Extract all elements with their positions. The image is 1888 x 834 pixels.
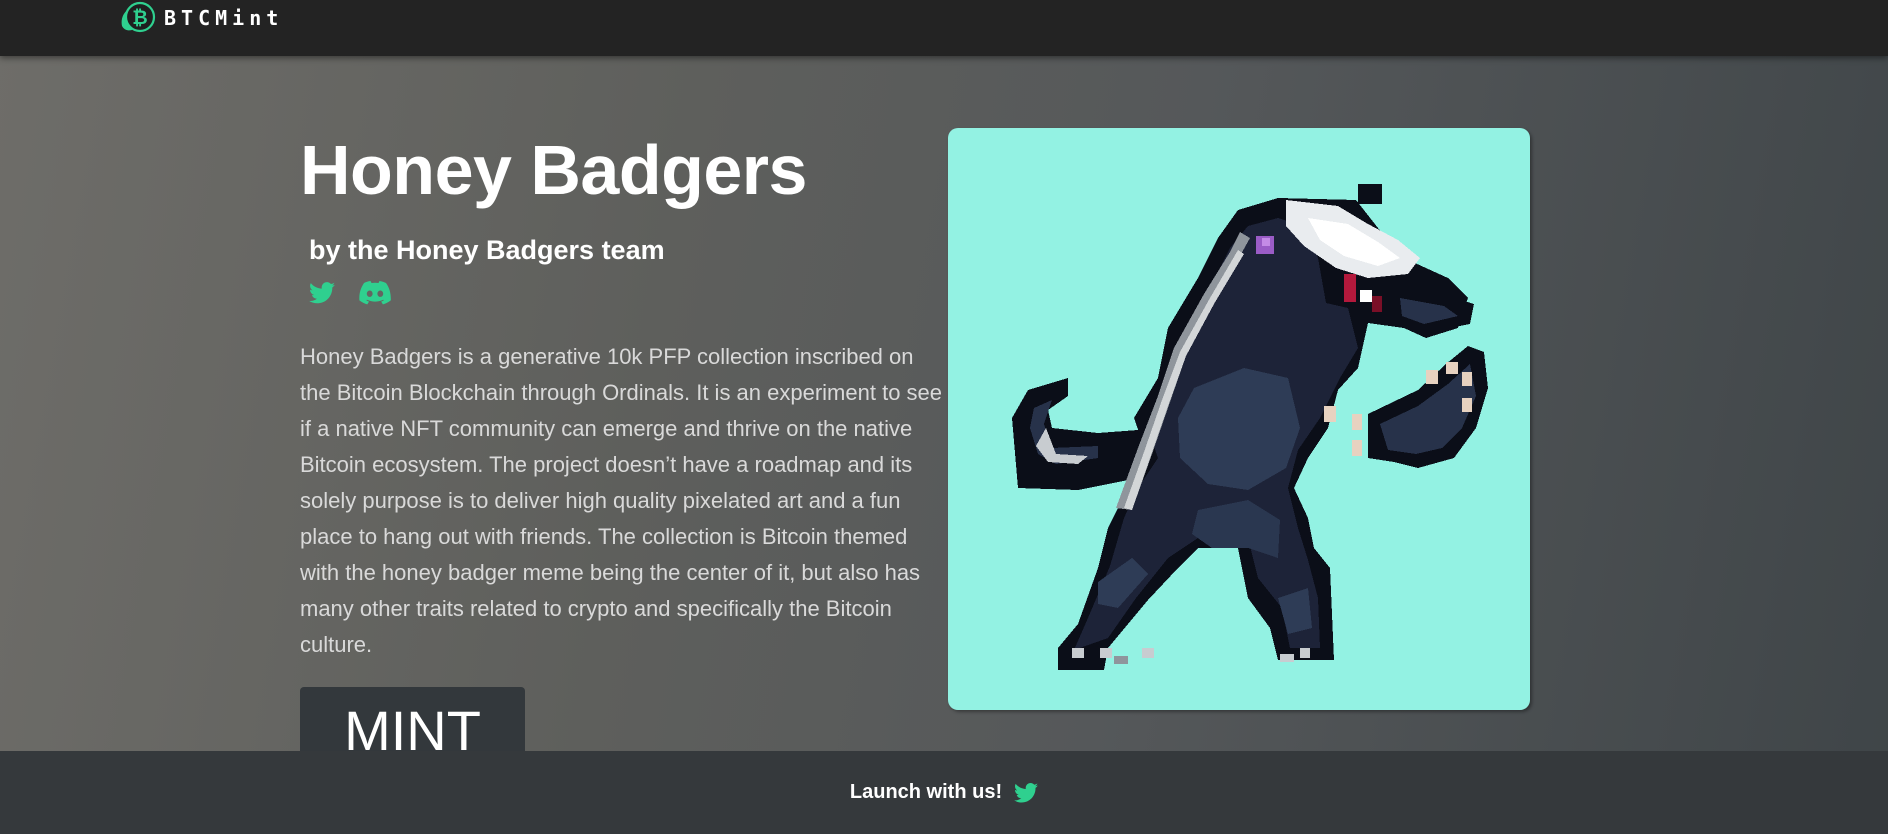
twitter-icon[interactable] [1014, 782, 1039, 803]
collection-description: Honey Badgers is a generative 10k PFP co… [300, 344, 943, 657]
top-navbar: ₿ BTCMint [0, 0, 1888, 56]
twitter-icon[interactable] [309, 282, 335, 304]
footer-text: Launch with us! [849, 781, 1003, 803]
discord-icon[interactable] [359, 281, 391, 305]
footer-bar: Launch with us! [0, 751, 1888, 834]
social-links [309, 278, 950, 308]
bitcoin-leaf-icon: ₿ [121, 1, 156, 33]
brand-logo[interactable]: ₿ BTCMint [118, 0, 283, 36]
collection-byline: by the Honey Badgers team [309, 235, 665, 265]
svg-text:₿: ₿ [132, 7, 147, 29]
honey-badger-pixel-art [1012, 184, 1488, 670]
collection-title: Honey Badgers [300, 131, 807, 209]
hero-text: Honey Badgers by the Honey Badgers team … [300, 130, 950, 663]
collection-artwork [948, 128, 1530, 710]
brand-name: BTCMint [164, 6, 284, 30]
